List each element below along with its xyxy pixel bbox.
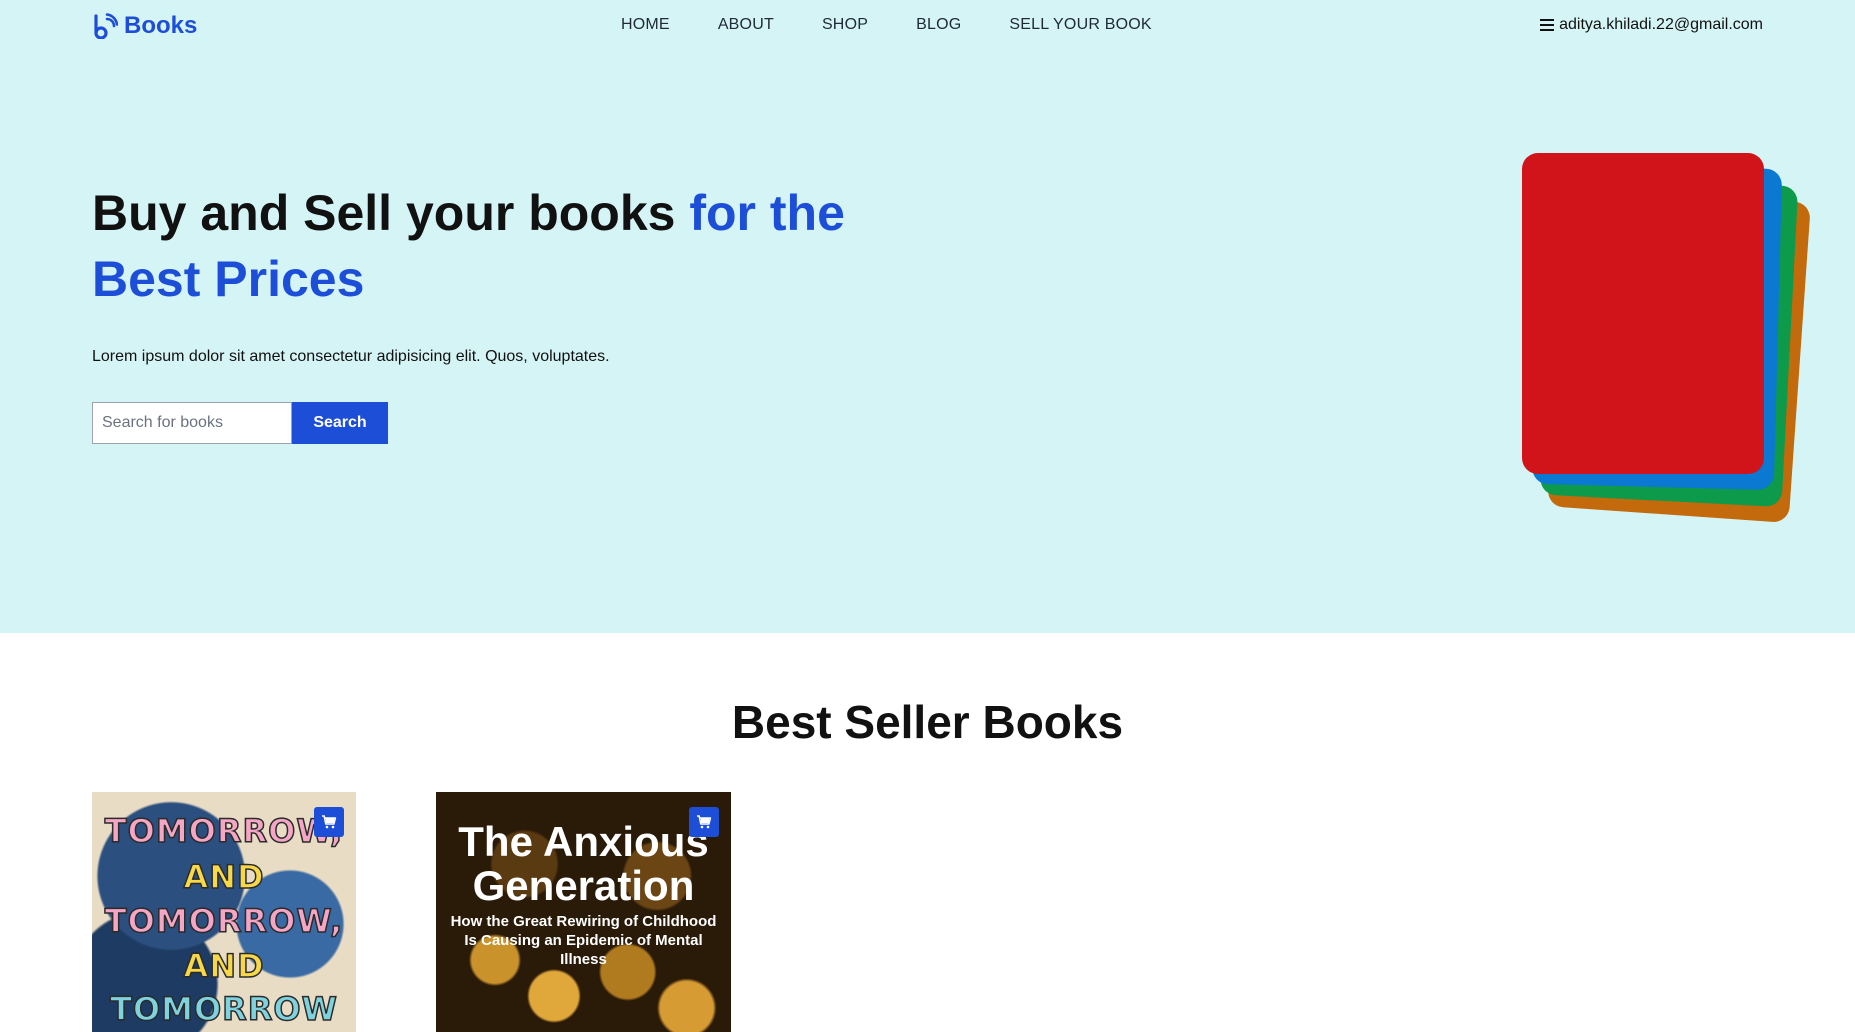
top-navbar: Books HOME ABOUT SHOP BLOG SELL YOUR BOO… bbox=[0, 0, 1855, 52]
book-logo-icon bbox=[94, 13, 118, 39]
main-menu: HOME ABOUT SHOP BLOG SELL YOUR BOOK bbox=[621, 16, 1152, 34]
bestseller-list: TOMORROW, AND TOMORROW, AND TOMORROW The… bbox=[92, 792, 731, 1032]
cart-icon bbox=[697, 815, 712, 829]
hamburger-menu-icon[interactable] bbox=[1539, 18, 1555, 32]
hero-section: Books HOME ABOUT SHOP BLOG SELL YOUR BOO… bbox=[0, 0, 1855, 633]
bestseller-heading: Best Seller Books bbox=[731, 696, 1124, 748]
cart-icon bbox=[322, 815, 337, 829]
hero-title-plain: Buy and Sell your books bbox=[92, 185, 690, 241]
account-menu[interactable]: aditya.khiladi.22@gmail.com bbox=[1539, 16, 1763, 34]
account-email: aditya.khiladi.22@gmail.com bbox=[1559, 16, 1763, 33]
search-input[interactable] bbox=[92, 402, 292, 444]
book-cover[interactable]: The Anxious Generation How the Great Rew… bbox=[436, 792, 731, 1032]
search-bar: Search bbox=[92, 402, 388, 444]
book-card[interactable]: The Anxious Generation How the Great Rew… bbox=[436, 792, 731, 1032]
cover-text-line: TOMORROW bbox=[109, 989, 338, 1029]
stack-card-red[interactable] bbox=[1522, 153, 1764, 474]
search-button[interactable]: Search bbox=[292, 402, 388, 444]
book-card[interactable]: TOMORROW, AND TOMORROW, AND TOMORROW bbox=[92, 792, 356, 1032]
nav-sell-your-book[interactable]: SELL YOUR BOOK bbox=[1009, 16, 1151, 33]
nav-home[interactable]: HOME bbox=[621, 16, 670, 33]
cover-text-line: AND bbox=[183, 857, 265, 897]
nav-shop[interactable]: SHOP bbox=[822, 16, 868, 33]
brand-name: Books bbox=[124, 12, 198, 39]
cover-text-line: AND bbox=[183, 946, 265, 986]
nav-blog[interactable]: BLOG bbox=[916, 16, 961, 33]
brand-logo[interactable]: Books bbox=[92, 12, 197, 40]
book-card-stack bbox=[1520, 150, 1811, 524]
hero-title: Buy and Sell your books for the Best Pri… bbox=[92, 180, 952, 312]
hero-subtitle: Lorem ipsum dolor sit amet consectetur a… bbox=[92, 348, 610, 365]
cover-subtitle: How the Great Rewiring of Childhood Is C… bbox=[450, 913, 717, 968]
add-to-cart-button[interactable] bbox=[314, 807, 344, 837]
nav-about[interactable]: ABOUT bbox=[718, 16, 774, 33]
add-to-cart-button[interactable] bbox=[689, 807, 719, 837]
cover-title: The Anxious Generation bbox=[458, 818, 709, 909]
cover-text-line: TOMORROW, bbox=[104, 901, 344, 941]
